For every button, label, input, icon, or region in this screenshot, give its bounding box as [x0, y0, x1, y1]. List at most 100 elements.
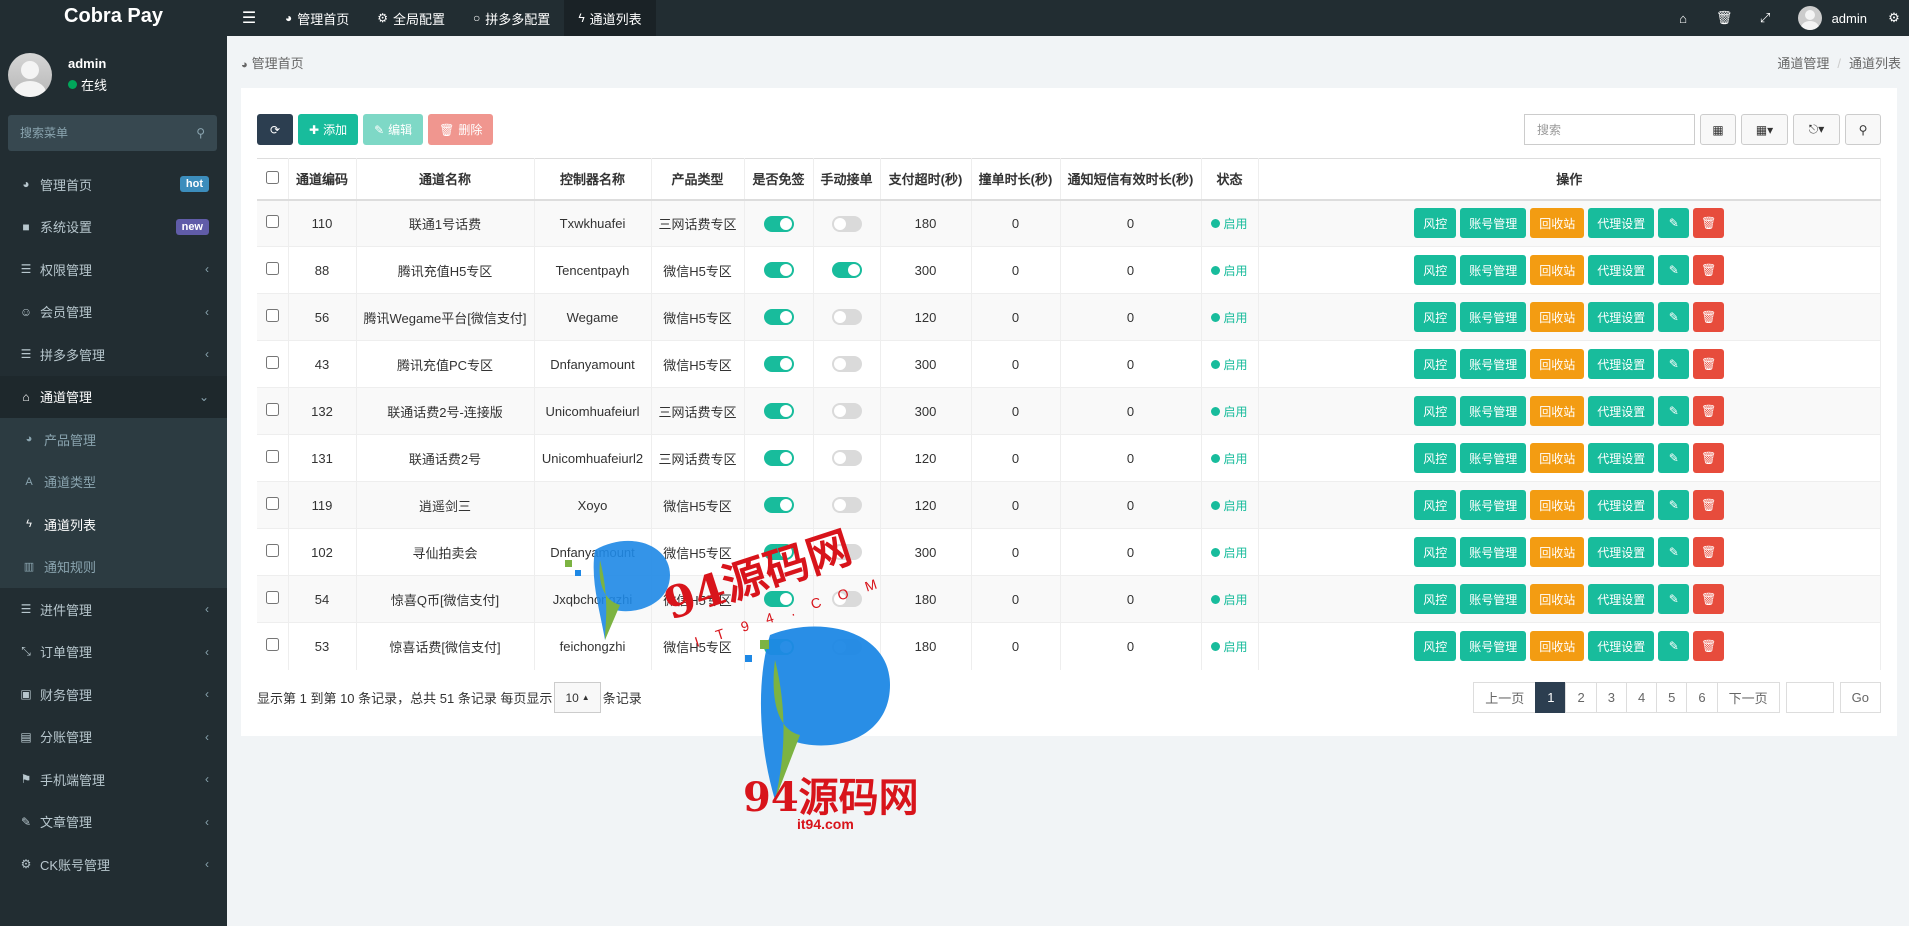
edit-row-button[interactable]: ✎: [1658, 631, 1690, 662]
recycle-bin-button[interactable]: 回收站: [1530, 396, 1585, 426]
status-badge[interactable]: 启用: [1211, 544, 1248, 561]
agent-settings-button[interactable]: 代理设置: [1588, 302, 1655, 332]
recycle-bin-button[interactable]: 回收站: [1530, 443, 1585, 473]
delete-row-button[interactable]: 🗑: [1693, 302, 1725, 332]
recycle-bin-button[interactable]: 回收站: [1530, 584, 1585, 614]
select-all-checkbox[interactable]: [265, 170, 279, 184]
sidebar-item-9[interactable]: ▤ 分账管理 ‹: [0, 716, 227, 759]
delete-row-button[interactable]: 🗑: [1693, 255, 1725, 285]
next-page-button[interactable]: 下一页: [1716, 682, 1780, 713]
agent-settings-button[interactable]: 代理设置: [1588, 490, 1655, 520]
search-icon[interactable]: ⚲: [196, 126, 205, 140]
advanced-search-button[interactable]: ⚲: [1845, 114, 1881, 145]
delete-row-button[interactable]: 🗑: [1693, 396, 1725, 426]
sidebar-item-4[interactable]: ☰ 拼多多管理 ‹: [0, 333, 227, 376]
col-controller[interactable]: 控制器名称: [534, 158, 652, 201]
sidebar-item-1[interactable]: ■ 系统设置 new: [0, 206, 227, 249]
agent-settings-button[interactable]: 代理设置: [1588, 443, 1655, 473]
status-badge[interactable]: 启用: [1211, 262, 1248, 279]
agent-settings-button[interactable]: 代理设置: [1588, 208, 1655, 239]
account-manage-button[interactable]: 账号管理: [1460, 443, 1527, 473]
free-sign-toggle[interactable]: [763, 450, 794, 467]
row-checkbox[interactable]: [265, 309, 279, 322]
page-button-6[interactable]: 6: [1686, 682, 1718, 713]
col-collide-duration[interactable]: 撞单时长(秒): [971, 158, 1061, 201]
sidebar-item-10[interactable]: ⚑ 手机端管理 ‹: [0, 758, 227, 801]
status-badge[interactable]: 启用: [1211, 309, 1248, 326]
recycle-bin-button[interactable]: 回收站: [1530, 255, 1585, 285]
col-free-sign[interactable]: 是否免签: [744, 158, 814, 201]
agent-settings-button[interactable]: 代理设置: [1588, 396, 1655, 426]
breadcrumb-item-channel-mgmt[interactable]: 通道管理: [1777, 56, 1829, 71]
status-badge[interactable]: 启用: [1211, 450, 1248, 467]
prev-page-button[interactable]: 上一页: [1473, 682, 1537, 713]
sidebar-item-7[interactable]: ⤡ 订单管理 ‹: [0, 631, 227, 674]
manual-accept-toggle[interactable]: [831, 544, 862, 561]
col-status[interactable]: 状态: [1201, 158, 1259, 201]
free-sign-toggle[interactable]: [763, 403, 794, 420]
edit-row-button[interactable]: ✎: [1658, 255, 1690, 285]
account-manage-button[interactable]: 账号管理: [1460, 584, 1527, 614]
col-code[interactable]: 通道编码: [288, 158, 357, 201]
row-checkbox[interactable]: [265, 356, 279, 369]
submenu-item-0[interactable]: ◕ 产品管理: [0, 418, 227, 461]
col-sms-valid[interactable]: 通知短信有效时长(秒): [1060, 158, 1202, 201]
recycle-bin-button[interactable]: 回收站: [1530, 302, 1585, 332]
free-sign-toggle[interactable]: [763, 215, 794, 232]
account-manage-button[interactable]: 账号管理: [1460, 349, 1527, 379]
recycle-bin-button[interactable]: 回收站: [1530, 490, 1585, 520]
brand-logo[interactable]: Cobra Pay: [0, 0, 227, 36]
status-badge[interactable]: 启用: [1211, 497, 1248, 514]
delete-row-button[interactable]: 🗑: [1693, 208, 1725, 239]
table-row[interactable]: 131 联通话费2号 Unicomhuafeiurl2 三网话费专区 120 0 0 启用 风控…: [257, 434, 1881, 482]
columns-dropdown[interactable]: ▦▾: [1741, 114, 1788, 145]
go-button[interactable]: Go: [1839, 682, 1881, 713]
row-checkbox[interactable]: [265, 450, 279, 463]
risk-control-button[interactable]: 风控: [1414, 584, 1457, 614]
edit-row-button[interactable]: ✎: [1658, 396, 1690, 426]
table-row[interactable]: 132 联通话费2号-连接版 Unicomhuafeiurl 三网话费专区 300 0 0 启…: [257, 387, 1881, 435]
recycle-bin-button[interactable]: 回收站: [1530, 537, 1585, 567]
risk-control-button[interactable]: 风控: [1414, 349, 1457, 379]
submenu-item-1[interactable]: A 通道类型: [0, 461, 227, 504]
top-tab-1[interactable]: ⚙ 全局配置: [363, 0, 459, 36]
agent-settings-button[interactable]: 代理设置: [1588, 631, 1655, 662]
edit-row-button[interactable]: ✎: [1658, 490, 1690, 520]
submenu-item-3[interactable]: ▥ 通知规则: [0, 546, 227, 589]
sidebar-item-3[interactable]: ☺ 会员管理 ‹: [0, 291, 227, 334]
manual-accept-toggle[interactable]: [831, 403, 862, 420]
row-checkbox[interactable]: [265, 403, 279, 416]
status-badge[interactable]: 启用: [1211, 215, 1248, 232]
edit-row-button[interactable]: ✎: [1658, 584, 1690, 614]
status-badge[interactable]: 启用: [1211, 591, 1248, 608]
agent-settings-button[interactable]: 代理设置: [1588, 255, 1655, 285]
edit-row-button[interactable]: ✎: [1658, 302, 1690, 332]
sidebar-item-0[interactable]: ◕ 管理首页 hot: [0, 163, 227, 206]
recycle-bin-button[interactable]: 回收站: [1530, 208, 1585, 239]
account-manage-button[interactable]: 账号管理: [1460, 631, 1527, 662]
page-button-1[interactable]: 1: [1535, 682, 1567, 713]
row-checkbox[interactable]: [265, 638, 279, 652]
risk-control-button[interactable]: 风控: [1414, 490, 1457, 520]
row-checkbox[interactable]: [265, 262, 279, 275]
delete-row-button[interactable]: 🗑: [1693, 631, 1725, 662]
delete-row-button[interactable]: 🗑: [1693, 584, 1725, 614]
top-tab-0[interactable]: ◕ 管理首页: [271, 0, 363, 36]
edit-row-button[interactable]: ✎: [1658, 537, 1690, 567]
refresh-button[interactable]: ⟳: [257, 114, 293, 145]
risk-control-button[interactable]: 风控: [1414, 537, 1457, 567]
manual-accept-toggle[interactable]: [831, 262, 862, 279]
edit-row-button[interactable]: ✎: [1658, 443, 1690, 473]
account-manage-button[interactable]: 账号管理: [1460, 302, 1527, 332]
delete-row-button[interactable]: 🗑: [1693, 490, 1725, 520]
jump-page-input[interactable]: [1785, 682, 1834, 713]
risk-control-button[interactable]: 风控: [1414, 631, 1457, 662]
page-button-4[interactable]: 4: [1625, 682, 1658, 713]
risk-control-button[interactable]: 风控: [1414, 255, 1457, 285]
risk-control-button[interactable]: 风控: [1414, 396, 1457, 426]
manual-accept-toggle[interactable]: [831, 356, 862, 373]
agent-settings-button[interactable]: 代理设置: [1588, 537, 1655, 567]
row-checkbox[interactable]: [265, 215, 279, 229]
row-checkbox[interactable]: [265, 497, 279, 510]
edit-row-button[interactable]: ✎: [1658, 349, 1690, 379]
